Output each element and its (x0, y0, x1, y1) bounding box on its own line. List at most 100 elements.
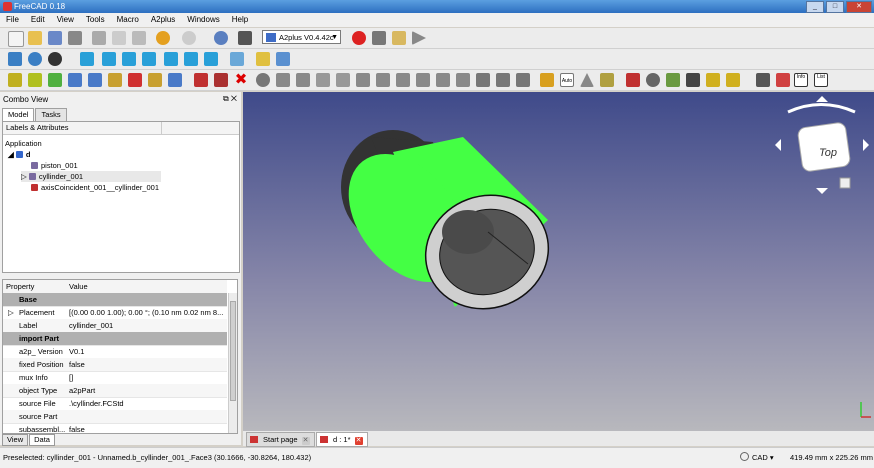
arrow-up-icon[interactable] (816, 96, 828, 102)
navigation-cube[interactable]: Top (775, 96, 869, 194)
plane-coincident-icon[interactable] (436, 73, 450, 87)
fit-selection-icon[interactable] (28, 52, 42, 66)
rear-view-icon[interactable] (164, 52, 178, 66)
angled-planes-icon[interactable] (456, 73, 470, 87)
right-view-icon[interactable] (142, 52, 156, 66)
axis-plane-parallel-icon[interactable] (396, 73, 410, 87)
left-view-icon[interactable] (204, 52, 218, 66)
move-part-icon[interactable] (68, 73, 82, 87)
add-part-icon[interactable] (8, 73, 22, 87)
parts-info-icon[interactable]: Info (794, 73, 808, 87)
cut-icon[interactable] (92, 31, 106, 45)
draw-style-icon[interactable] (48, 52, 62, 66)
undo-icon[interactable] (156, 31, 170, 45)
tab-data[interactable]: Data (29, 434, 55, 446)
front-view-icon[interactable] (102, 52, 116, 66)
menu-edit[interactable]: Edit (25, 13, 51, 27)
axis-parallel-icon[interactable] (376, 73, 390, 87)
property-row[interactable]: Label cyllinder_001 (3, 319, 227, 333)
maximize-button[interactable]: □ (826, 1, 844, 13)
redo-icon[interactable] (182, 31, 196, 45)
import-part-icon[interactable] (48, 73, 62, 87)
plane-angle-icon[interactable] (516, 73, 530, 87)
new-document-icon[interactable] (8, 31, 24, 47)
isolate-element-icon[interactable] (626, 73, 640, 87)
rotate-arc-icon[interactable] (787, 103, 856, 114)
property-row[interactable]: a2p_ Version V0.1 (3, 345, 227, 359)
menu-windows[interactable]: Windows (181, 13, 225, 27)
tab-document[interactable]: d : 1* ✕ (316, 432, 368, 447)
macro-edit-icon[interactable] (392, 31, 406, 45)
menu-view[interactable]: View (51, 13, 80, 27)
tape-measure-icon[interactable] (706, 73, 720, 87)
auto-solve-icon[interactable]: Auto (560, 73, 574, 87)
point-identity-icon[interactable] (256, 73, 270, 87)
float-panel-icon[interactable]: ⧉ (223, 94, 229, 103)
convert-part-icon[interactable] (128, 73, 142, 87)
tab-model[interactable]: Model (2, 108, 35, 121)
copy-icon[interactable] (112, 31, 126, 45)
tree-view-icon[interactable] (600, 73, 614, 87)
show-connected-icon[interactable] (580, 73, 594, 87)
tree-document[interactable]: ◢ d (8, 149, 30, 160)
3d-viewport[interactable]: Top (243, 92, 874, 431)
property-row[interactable]: ▷ Placement [(0.00 0.00 1.00); 0.00 °; (… (3, 306, 227, 320)
expand-arrow-icon[interactable]: ▷ (8, 306, 14, 319)
whats-this-icon[interactable] (238, 31, 252, 45)
menu-tools[interactable]: Tools (80, 13, 111, 27)
sphere-center-icon[interactable] (316, 73, 330, 87)
center-of-mass-icon[interactable] (476, 73, 490, 87)
tab-tasks[interactable]: Tasks (35, 108, 67, 121)
delete-x-icon[interactable]: ✖ (234, 72, 248, 87)
fit-all-icon[interactable] (8, 52, 22, 66)
menu-file[interactable]: File (0, 13, 25, 27)
3d-scene[interactable]: Top (243, 92, 874, 431)
tree-item-selected[interactable]: ▷ cyllinder_001 (21, 171, 161, 182)
refresh-icon[interactable] (214, 31, 228, 45)
check-constraints-icon[interactable] (666, 73, 680, 87)
toggle-transparency-icon[interactable] (540, 73, 554, 87)
property-row[interactable]: source File .\cyllinder.FCStd (3, 397, 227, 411)
macro-stop-icon[interactable] (372, 31, 386, 45)
property-row[interactable]: subassembl... false (3, 423, 227, 433)
group-folder-icon[interactable] (276, 52, 290, 66)
property-row[interactable]: mux Info [] (3, 371, 227, 385)
update-imported-parts-icon[interactable] (28, 73, 42, 87)
print-icon[interactable] (68, 31, 82, 45)
arrow-down-icon[interactable] (816, 188, 828, 194)
tab-start-page[interactable]: Start page ✕ (246, 432, 315, 447)
close-tab-icon[interactable]: ✕ (354, 437, 363, 445)
workbench-selector[interactable]: A2plus V0.4.42c ▼ (262, 30, 341, 44)
tree-item[interactable]: axisCoincident_001__cyllinder_001 (31, 182, 159, 193)
tab-view[interactable]: View (2, 434, 29, 446)
partlist-icon[interactable] (756, 73, 770, 87)
parts-list-icon[interactable]: List (814, 73, 828, 87)
save-icon[interactable] (48, 31, 62, 45)
save-and-exit-icon[interactable] (148, 73, 162, 87)
property-row[interactable]: fixed Position false (3, 358, 227, 372)
bottom-view-icon[interactable] (184, 52, 198, 66)
nav-cube-mini-icon[interactable] (839, 177, 851, 189)
solve-constraints-icon[interactable] (194, 73, 208, 87)
open-folder-icon[interactable] (28, 31, 42, 45)
measure-icon[interactable] (230, 52, 244, 66)
part-icon[interactable] (256, 52, 270, 66)
delete-constraints-icon[interactable] (168, 73, 182, 87)
add-attribute-icon[interactable] (776, 73, 790, 87)
menu-macro[interactable]: Macro (111, 13, 145, 27)
duplicate-part-icon[interactable] (88, 73, 102, 87)
plane-parallel-icon[interactable] (416, 73, 430, 87)
planes-distance-icon[interactable] (496, 73, 510, 87)
circular-edge-icon[interactable] (336, 73, 350, 87)
property-scrollbar[interactable] (228, 293, 237, 433)
axis-coincident-icon[interactable] (356, 73, 370, 87)
point-on-line-icon[interactable] (276, 73, 290, 87)
cut-links-icon[interactable] (686, 73, 700, 87)
top-view-icon[interactable] (122, 52, 136, 66)
arrow-left-icon[interactable] (775, 139, 781, 151)
expand-arrow-icon[interactable]: ◢ (8, 150, 16, 159)
edit-part-icon[interactable] (108, 73, 122, 87)
scrollbar-thumb[interactable] (230, 301, 236, 401)
menu-help[interactable]: Help (226, 13, 254, 27)
point-on-plane-icon[interactable] (296, 73, 310, 87)
